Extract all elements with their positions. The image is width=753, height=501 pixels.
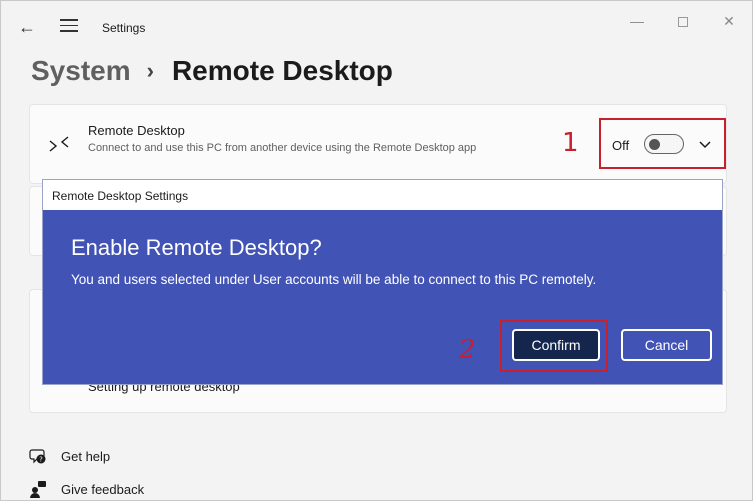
settings-window: ← Settings — ✕ System › Remote Desktop R… (0, 0, 753, 501)
title-bar: ← Settings — ✕ (1, 1, 752, 49)
give-feedback-link[interactable]: Give feedback (29, 480, 144, 498)
get-help-link[interactable]: ? Get help (29, 447, 110, 465)
window-title: Settings (102, 21, 146, 35)
annotation-step-2: 2 (459, 335, 476, 365)
cancel-button[interactable]: Cancel (621, 329, 712, 361)
annotation-step-1: 1 (562, 128, 579, 158)
dialog-message: You and users selected under User accoun… (71, 272, 597, 287)
feedback-icon (30, 481, 46, 498)
chevron-down-icon[interactable] (697, 134, 713, 154)
annotation-highlight-toggle: Off (599, 118, 726, 169)
close-button[interactable]: ✕ (715, 9, 743, 33)
breadcrumb-separator-icon: › (146, 58, 154, 83)
breadcrumb: System › Remote Desktop (31, 51, 393, 91)
back-arrow-icon[interactable]: ← (15, 15, 39, 39)
page-title: Remote Desktop (171, 55, 393, 86)
remote-desktop-toggle[interactable] (644, 134, 684, 154)
remote-desktop-icon (49, 136, 69, 152)
help-icon: ? (29, 449, 46, 464)
svg-text:?: ? (39, 456, 43, 464)
remote-desktop-description: Connect to and use this PC from another … (88, 142, 477, 154)
maximize-button[interactable] (669, 9, 697, 33)
remote-desktop-title: Remote Desktop (88, 123, 185, 138)
dialog-title-bar: Remote Desktop Settings (43, 180, 722, 210)
hamburger-menu-icon[interactable] (57, 15, 81, 39)
get-help-label: Get help (61, 448, 111, 464)
toggle-knob (649, 139, 660, 150)
dialog-caption: Remote Desktop Settings (52, 189, 189, 203)
maximize-icon (678, 17, 688, 28)
dialog-heading: Enable Remote Desktop? (71, 235, 322, 260)
breadcrumb-parent-system[interactable]: System (31, 55, 131, 87)
confirm-button[interactable]: Confirm (512, 329, 600, 361)
remote-desktop-settings-dialog: Remote Desktop Settings Enable Remote De… (42, 179, 723, 385)
give-feedback-label: Give feedback (61, 481, 145, 497)
minimize-button[interactable]: — (623, 9, 651, 33)
toggle-state-label: Off (612, 138, 630, 153)
